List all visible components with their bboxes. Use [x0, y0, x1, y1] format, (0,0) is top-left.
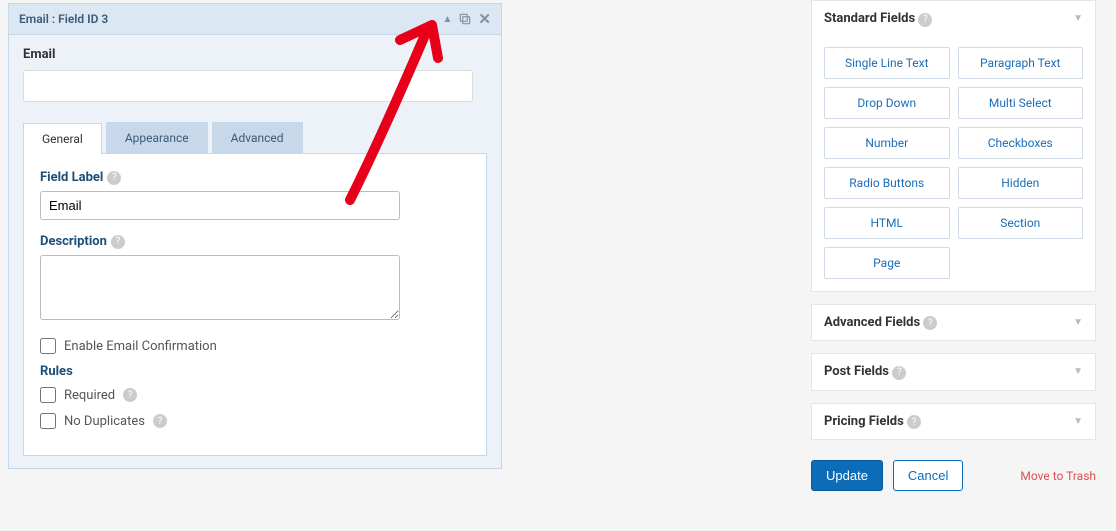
help-icon[interactable]: ? — [892, 366, 906, 380]
chevron-down-icon: ▼ — [1073, 416, 1083, 427]
field-btn-section[interactable]: Section — [958, 207, 1084, 239]
standard-fields-header[interactable]: Standard Fields ? ▼ — [812, 1, 1095, 37]
label-no-duplicates: No Duplicates — [64, 414, 145, 429]
duplicate-icon[interactable] — [458, 12, 472, 26]
help-icon[interactable]: ? — [907, 415, 921, 429]
tab-appearance[interactable]: Appearance — [106, 122, 208, 153]
description-textarea[interactable] — [40, 255, 400, 320]
cancel-button[interactable]: Cancel — [893, 460, 963, 491]
action-row: Update Cancel Move to Trash — [811, 452, 1096, 491]
post-fields-header[interactable]: Post Fields ? ▼ — [812, 354, 1095, 390]
chevron-down-icon: ▼ — [1073, 13, 1083, 24]
close-icon[interactable]: ✕ — [478, 10, 491, 28]
no-duplicates-checkbox[interactable] — [40, 413, 56, 429]
field-btn-page[interactable]: Page — [824, 247, 950, 279]
field-label-input[interactable] — [40, 191, 400, 220]
rules-heading: Rules — [40, 364, 470, 379]
field-editor-card: Email : Field ID 3 ▲ ✕ Email General App… — [8, 3, 502, 469]
field-header: Email : Field ID 3 ▲ ✕ — [9, 4, 501, 35]
field-btn-single-line[interactable]: Single Line Text — [824, 47, 950, 79]
help-icon[interactable]: ? — [111, 235, 125, 249]
pricing-fields-header[interactable]: Pricing Fields ? ▼ — [812, 404, 1095, 440]
standard-fields-panel: Standard Fields ? ▼ Single Line Text Par… — [811, 0, 1096, 292]
update-button[interactable]: Update — [811, 460, 883, 491]
pricing-fields-panel: Pricing Fields ? ▼ — [811, 403, 1096, 441]
field-btn-hidden[interactable]: Hidden — [958, 167, 1084, 199]
help-icon[interactable]: ? — [123, 388, 137, 402]
field-btn-radio[interactable]: Radio Buttons — [824, 167, 950, 199]
advanced-fields-panel: Advanced Fields ? ▼ — [811, 304, 1096, 342]
help-icon[interactable]: ? — [153, 414, 167, 428]
field-btn-paragraph[interactable]: Paragraph Text — [958, 47, 1084, 79]
tab-advanced[interactable]: Advanced — [212, 122, 303, 153]
required-checkbox[interactable] — [40, 387, 56, 403]
field-header-title: Email : Field ID 3 — [19, 12, 108, 26]
chevron-down-icon: ▼ — [1073, 366, 1083, 377]
help-icon[interactable]: ? — [918, 13, 932, 27]
label-enable-confirm: Enable Email Confirmation — [64, 339, 217, 354]
move-to-trash-link[interactable]: Move to Trash — [1020, 469, 1096, 483]
preview-label: Email — [23, 47, 487, 62]
field-btn-multiselect[interactable]: Multi Select — [958, 87, 1084, 119]
label-required: Required — [64, 388, 115, 403]
advanced-fields-header[interactable]: Advanced Fields ? ▼ — [812, 305, 1095, 341]
field-btn-dropdown[interactable]: Drop Down — [824, 87, 950, 119]
field-btn-checkboxes[interactable]: Checkboxes — [958, 127, 1084, 159]
standard-fields-grid: Single Line Text Paragraph Text Drop Dow… — [812, 37, 1095, 291]
label-field-label: Field Label ? — [40, 170, 470, 185]
tab-general[interactable]: General — [23, 123, 102, 154]
enable-confirm-checkbox[interactable] — [40, 338, 56, 354]
tab-content-general: Field Label ? Description ? Enable Email… — [23, 154, 487, 456]
collapse-icon[interactable]: ▲ — [443, 14, 453, 25]
field-btn-html[interactable]: HTML — [824, 207, 950, 239]
help-icon[interactable]: ? — [107, 171, 121, 185]
field-btn-number[interactable]: Number — [824, 127, 950, 159]
tabs: General Appearance Advanced — [23, 122, 487, 154]
label-description: Description ? — [40, 234, 470, 249]
preview-input[interactable] — [23, 70, 473, 102]
post-fields-panel: Post Fields ? ▼ — [811, 353, 1096, 391]
help-icon[interactable]: ? — [923, 316, 937, 330]
chevron-down-icon: ▼ — [1073, 317, 1083, 328]
